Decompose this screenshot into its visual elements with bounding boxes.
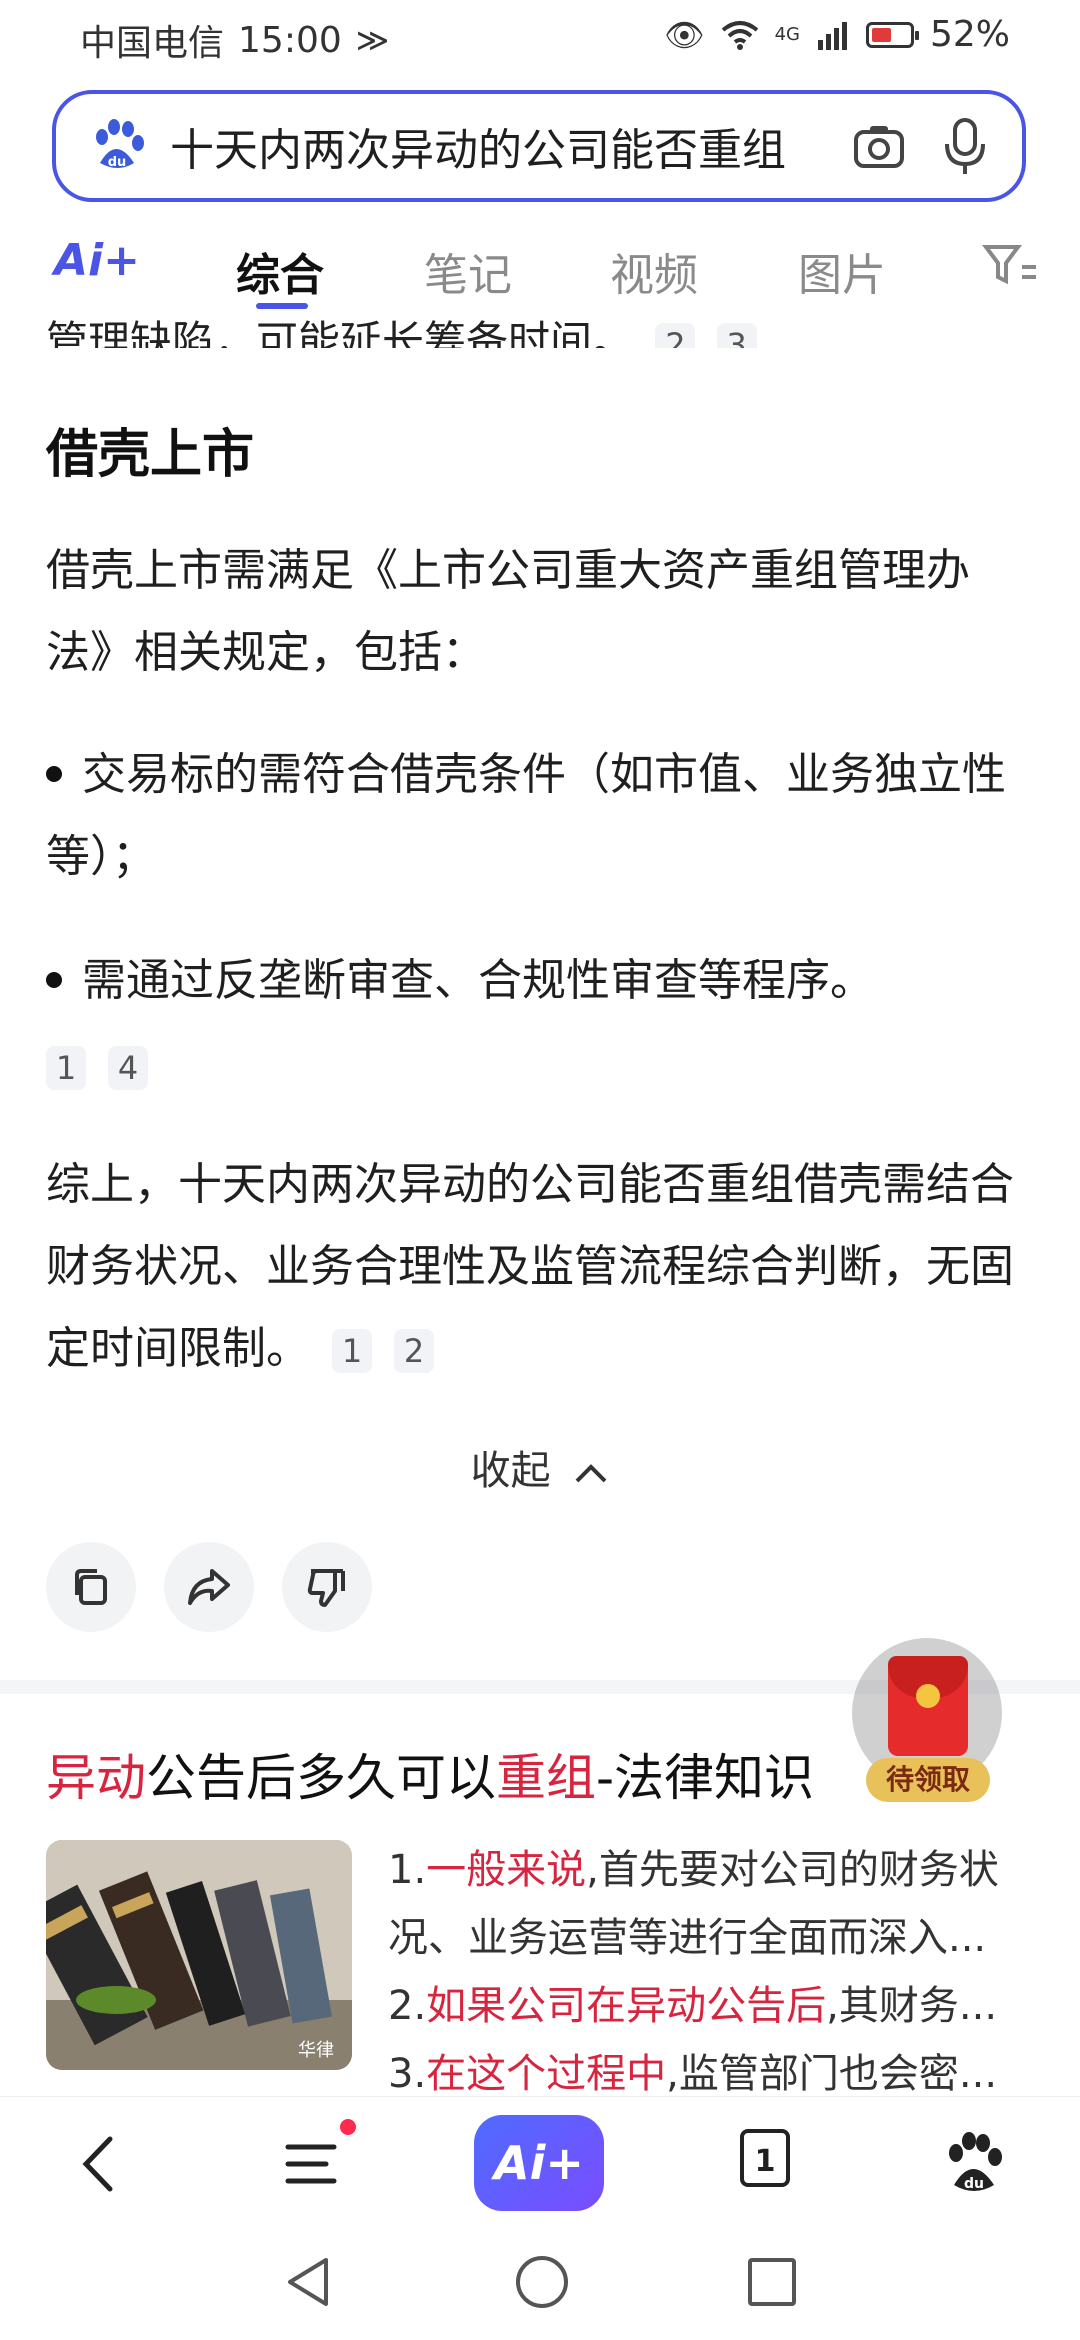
thumbs-down-icon bbox=[307, 1569, 345, 1607]
books-image: 华律 bbox=[46, 1840, 352, 2070]
citation-row: 1 4 bbox=[46, 1026, 1026, 1106]
notification-dot bbox=[340, 2119, 356, 2135]
tabs-count-button[interactable]: 1 bbox=[740, 2129, 790, 2187]
search-input[interactable]: 十天内两次异动的公司能否重组 bbox=[170, 114, 840, 178]
citation-badge[interactable]: 2 bbox=[394, 1329, 434, 1373]
network-type: 4G bbox=[774, 24, 800, 45]
bullet-text: 交易标的需符合借壳条件（如市值、业务独立性等）； bbox=[46, 749, 1006, 882]
battery-percent: 52% bbox=[929, 14, 1010, 55]
line-number: 1. bbox=[388, 1847, 427, 1893]
snippet-text: ,其财务... bbox=[826, 1983, 998, 2029]
hd-call-icon: ≫ bbox=[355, 21, 390, 59]
snippet-text: ,监管部门也会密... bbox=[666, 2051, 998, 2097]
microphone-icon[interactable] bbox=[938, 116, 992, 176]
tab-ai[interactable]: Ai+ bbox=[54, 235, 140, 286]
truncated-text: 管理缺陷，可能延长筹备时间。 bbox=[46, 317, 635, 348]
summary-text: 综上，十天内两次异动的公司能否重组借壳需结合财务状况、业务合理性及监管流程综合判… bbox=[46, 1159, 1014, 1374]
title-highlight: 异动 bbox=[46, 1749, 146, 1807]
tab-notes[interactable]: 笔记 bbox=[424, 239, 512, 303]
battery-fill bbox=[871, 27, 891, 42]
system-back-icon[interactable] bbox=[282, 2252, 336, 2312]
title-text: -法律知识 bbox=[596, 1749, 815, 1807]
chevron-up-icon bbox=[575, 1464, 607, 1483]
tab-images[interactable]: 图片 bbox=[798, 239, 886, 303]
result-snippet[interactable]: 1.一般来说,首先要对公司的财务状 况、业务运营等进行全面而深入... 2.如果… bbox=[388, 1836, 1028, 2108]
share-icon bbox=[188, 1569, 230, 1605]
filter-icon[interactable] bbox=[982, 241, 1038, 291]
truncated-answer-line: 管理缺陷，可能延长筹备时间。 2 3 bbox=[46, 302, 757, 348]
bullet-item: 需通过反垄断审查、合规性审查等程序。 bbox=[46, 940, 1026, 1022]
back-icon[interactable] bbox=[66, 2129, 136, 2199]
baidu-home-icon[interactable]: du bbox=[940, 2129, 1010, 2199]
coin-icon bbox=[916, 1684, 940, 1708]
status-right: 👁 4G 52% bbox=[664, 14, 1010, 55]
signal-icon bbox=[817, 21, 847, 50]
bullet-dot bbox=[46, 972, 62, 988]
bullet-item: 交易标的需符合借壳条件（如市值、业务独立性等）； bbox=[46, 734, 1026, 898]
citation-badge[interactable]: 4 bbox=[108, 1046, 148, 1090]
red-packet-float[interactable]: 待领取 bbox=[852, 1638, 1002, 1802]
result-title[interactable]: 异动公告后多久可以重组-法律知识 bbox=[46, 1738, 814, 1810]
carrier-label: 中国电信 bbox=[80, 23, 225, 64]
snippet-line: 2.如果公司在异动公告后,其财务... bbox=[388, 1972, 1028, 2040]
wifi-icon bbox=[721, 20, 758, 50]
line-number: 2. bbox=[388, 1983, 427, 2029]
result-thumbnail[interactable]: 华律 bbox=[46, 1840, 352, 2070]
camera-icon[interactable] bbox=[852, 120, 906, 174]
search-bar[interactable]: du 十天内两次异动的公司能否重组 bbox=[52, 90, 1026, 202]
snippet-highlight: 在这个过程中 bbox=[426, 2051, 667, 2097]
share-button[interactable] bbox=[164, 1542, 254, 1632]
svg-text:du: du bbox=[964, 2176, 984, 2192]
snippet-line: 况、业务运营等进行全面而深入... bbox=[388, 1904, 1028, 1972]
citation-badge[interactable]: 2 bbox=[655, 322, 696, 348]
clock: 15:00 bbox=[238, 19, 342, 61]
system-recents-icon[interactable] bbox=[744, 2254, 800, 2310]
dislike-button[interactable] bbox=[282, 1542, 372, 1632]
image-watermark: 华律 bbox=[298, 2040, 334, 2061]
copy-icon bbox=[75, 1569, 107, 1605]
menu-icon[interactable] bbox=[278, 2129, 348, 2199]
ai-assistant-button[interactable]: Ai+ bbox=[474, 2115, 604, 2211]
citation-badge[interactable]: 3 bbox=[716, 322, 757, 348]
status-left: 中国电信 15:00 ≫ bbox=[80, 14, 389, 66]
citation-badge[interactable]: 1 bbox=[46, 1046, 86, 1090]
title-highlight: 重组 bbox=[496, 1749, 596, 1807]
bullet-text: 需通过反垄断审查、合规性审查等程序。 bbox=[82, 955, 874, 1006]
title-text: 公告后多久可以 bbox=[146, 1749, 496, 1807]
battery-icon bbox=[865, 21, 919, 48]
snippet-line: 1.一般来说,首先要对公司的财务状 bbox=[388, 1836, 1028, 1904]
baidu-paw-logo: du bbox=[96, 119, 144, 170]
snippet-highlight: 如果公司在异动公告后 bbox=[426, 1983, 827, 2029]
system-nav-bar bbox=[0, 2226, 1080, 2340]
tab-video[interactable]: 视频 bbox=[610, 239, 698, 303]
copy-button[interactable] bbox=[46, 1542, 136, 1632]
system-home-icon[interactable] bbox=[512, 2252, 572, 2312]
citation-badge[interactable]: 1 bbox=[332, 1329, 372, 1373]
bottom-nav: Ai+ 1 du bbox=[0, 2096, 1080, 2227]
status-bar: 中国电信 15:00 ≫ 👁 4G 52% bbox=[0, 0, 1080, 80]
collapse-button[interactable]: 收起 bbox=[0, 1438, 1080, 1496]
eye-icon: 👁 bbox=[663, 15, 705, 54]
line-number: 3. bbox=[388, 2051, 427, 2097]
svg-text:du: du bbox=[108, 155, 127, 170]
section-heading: 借壳上市 bbox=[46, 425, 255, 485]
snippet-text: ,首先要对公司的财务状 bbox=[586, 1847, 999, 1893]
answer-paragraph: 借壳上市需满足《上市公司重大资产重组管理办法》相关规定，包括： bbox=[46, 545, 970, 678]
collapse-label: 收起 bbox=[470, 1448, 551, 1494]
bullet-dot bbox=[46, 766, 62, 782]
snippet-text: 况、业务运营等进行全面而深入... bbox=[388, 1915, 987, 1961]
summary-paragraph: 综上，十天内两次异动的公司能否重组借壳需结合财务状况、业务合理性及监管流程综合判… bbox=[46, 1144, 1026, 1390]
red-packet-label: 待领取 bbox=[866, 1758, 990, 1802]
snippet-highlight: 一般来说 bbox=[426, 1847, 587, 1893]
red-envelope-icon bbox=[888, 1656, 968, 1756]
tab-general[interactable]: 综合 bbox=[236, 239, 324, 303]
